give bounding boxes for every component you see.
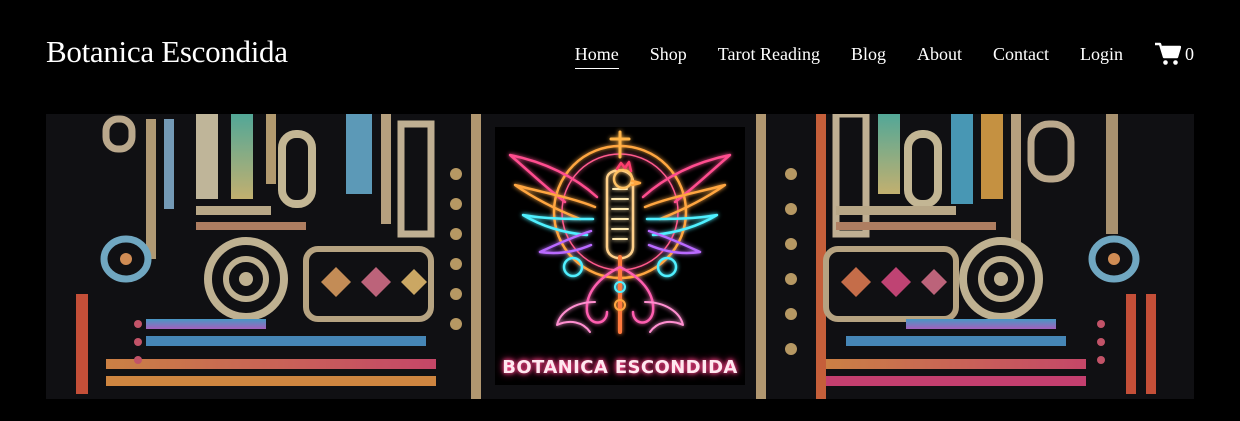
nav-item-about[interactable]: About <box>917 42 962 66</box>
main-nav: Home Shop Tarot Reading Blog About Conta… <box>574 42 1194 69</box>
hero-banner: BOTANICA ESCONDIDA <box>46 114 1194 399</box>
site-header: Botanica Escondida Home Shop Tarot Readi… <box>0 0 1240 110</box>
nav-item-contact[interactable]: Contact <box>993 42 1049 66</box>
cart-icon <box>1155 42 1181 65</box>
logo-wordmark: BOTANICA ESCONDIDA <box>502 357 738 378</box>
site-title[interactable]: Botanica Escondida <box>46 34 288 70</box>
nav-item-login[interactable]: Login <box>1080 42 1123 66</box>
nav-item-home[interactable]: Home <box>574 42 619 69</box>
nav-item-tarot-reading[interactable]: Tarot Reading <box>718 42 820 66</box>
nav-item-blog[interactable]: Blog <box>851 42 886 66</box>
cart-button[interactable]: 0 <box>1155 42 1194 66</box>
brand-logo: BOTANICA ESCONDIDA <box>495 127 745 385</box>
nav-item-shop[interactable]: Shop <box>650 42 687 66</box>
cart-count: 0 <box>1185 44 1194 64</box>
neon-rooster-emblem <box>508 130 732 334</box>
